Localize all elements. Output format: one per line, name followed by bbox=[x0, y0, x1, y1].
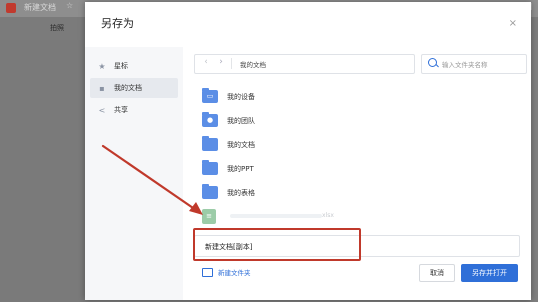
annotation-highlight-box bbox=[193, 228, 361, 261]
search-placeholder: 输入文件夹名称 bbox=[442, 61, 488, 69]
list-item-spreadsheet-file[interactable]: ≡ xlsx bbox=[202, 208, 522, 226]
folder-icon bbox=[202, 184, 218, 199]
list-item-my-team[interactable]: ● 我的团队 bbox=[202, 112, 502, 131]
new-folder-button[interactable]: 新建文件夹 bbox=[202, 266, 251, 278]
list-item-label: 我的PPT bbox=[227, 165, 254, 173]
search-icon bbox=[428, 58, 437, 67]
list-item-my-ppt[interactable]: 我的PPT bbox=[202, 160, 502, 179]
team-folder-icon: ● bbox=[202, 112, 218, 127]
new-folder-label: 新建文件夹 bbox=[218, 269, 251, 277]
folder-icon bbox=[202, 160, 218, 175]
search-input[interactable]: 输入文件夹名称 bbox=[421, 54, 527, 74]
sidebar-item-label: 星标 bbox=[114, 62, 128, 70]
list-item-my-spreadsheets[interactable]: 我的表格 bbox=[202, 184, 502, 203]
file-extension-label: xlsx bbox=[322, 212, 334, 219]
save-and-open-button[interactable]: 另存并打开 bbox=[461, 264, 518, 282]
sidebar-item-label: 共享 bbox=[114, 106, 128, 114]
sidebar-item-starred[interactable]: ★ 星标 bbox=[90, 56, 178, 76]
background-star-icon: ☆ bbox=[66, 1, 74, 10]
list-item-my-device[interactable]: ▭ 我的设备 bbox=[202, 88, 502, 107]
back-button[interactable]: ‹ bbox=[200, 57, 212, 67]
forward-button[interactable]: › bbox=[215, 57, 227, 67]
close-icon[interactable]: × bbox=[509, 18, 517, 29]
list-item-label: 我的设备 bbox=[227, 93, 255, 101]
list-item-my-documents[interactable]: 我的文档 bbox=[202, 136, 502, 155]
background-tab-title: 新建文档 bbox=[24, 3, 56, 12]
background-right-panel bbox=[530, 40, 538, 302]
cancel-button[interactable]: 取消 bbox=[419, 264, 455, 282]
dialog-title: 另存为 bbox=[101, 17, 134, 30]
list-item-label: 我的文档 bbox=[227, 141, 255, 149]
new-folder-icon bbox=[202, 267, 213, 277]
divider bbox=[231, 58, 232, 69]
document-icon: ▪ bbox=[99, 83, 105, 93]
background-toolbar-item: 拍照 bbox=[50, 24, 64, 32]
sidebar: ★ 星标 ▪ 我的文档 < 共享 bbox=[85, 47, 183, 300]
sidebar-item-shared[interactable]: < 共享 bbox=[90, 100, 178, 120]
spreadsheet-file-icon: ≡ bbox=[202, 209, 216, 224]
app-logo-icon bbox=[6, 3, 16, 13]
save-as-dialog: 另存为 × ★ 星标 ▪ 我的文档 < 共享 ‹ › 我的文档 输入文件夹名称 … bbox=[85, 2, 531, 300]
background-left-panel bbox=[0, 40, 84, 302]
list-item-label: 我的团队 bbox=[227, 117, 255, 125]
blurred-filename bbox=[230, 214, 322, 218]
breadcrumb[interactable]: 我的文档 bbox=[240, 59, 266, 69]
star-icon: ★ bbox=[98, 61, 106, 71]
share-icon: < bbox=[98, 105, 106, 115]
folder-icon bbox=[202, 136, 218, 151]
sidebar-item-my-documents[interactable]: ▪ 我的文档 bbox=[90, 78, 178, 98]
device-folder-icon: ▭ bbox=[202, 88, 218, 103]
list-item-label: 我的表格 bbox=[227, 189, 255, 197]
path-navigation-bar: ‹ › 我的文档 bbox=[194, 54, 415, 74]
sidebar-item-label: 我的文档 bbox=[114, 84, 142, 92]
